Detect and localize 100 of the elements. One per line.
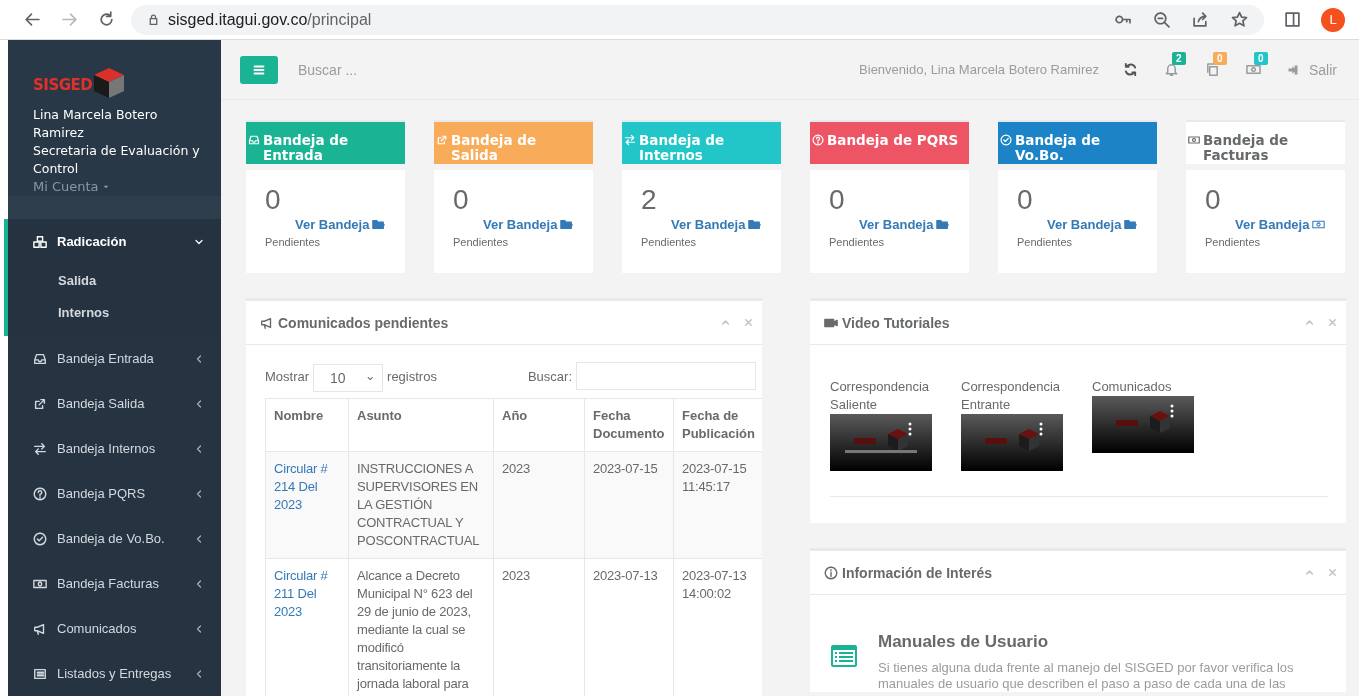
chevron-up-icon[interactable] [1304, 317, 1315, 328]
pending-label: Pendientes [829, 236, 886, 248]
account-menu-link[interactable]: Mi Cuenta [33, 178, 111, 196]
submenu-item[interactable]: Internos [8, 296, 221, 328]
pending-count: 0 [453, 185, 470, 215]
address-bar[interactable]: sisged.itagui.gov.co/principal [131, 4, 1265, 35]
side-panel-icon[interactable] [1284, 11, 1302, 28]
folder-icon [936, 218, 950, 231]
refresh-icon[interactable] [1123, 62, 1138, 77]
menu-icon [252, 62, 266, 77]
logo-text: SISGED [33, 76, 93, 94]
view-inbox-link[interactable]: Ver Bandeja [1235, 217, 1326, 232]
banknote-icon[interactable] [1246, 62, 1261, 77]
table-cell: 2023-07-13 14:00:02 [682, 568, 747, 601]
copy-icon[interactable] [1205, 62, 1220, 77]
banknote-icon [1312, 218, 1326, 231]
view-inbox-link[interactable]: Ver Bandeja [671, 217, 762, 232]
zoom-out-icon[interactable] [1153, 11, 1171, 28]
exchange-arrows-icon [624, 134, 636, 146]
folder-icon [560, 218, 574, 231]
list-icon [830, 644, 858, 668]
inbox-icon [33, 351, 47, 366]
table-search-field[interactable] [576, 362, 756, 390]
sidebar-item[interactable]: Bandeja Facturas [4, 561, 221, 606]
column-header[interactable]: Fecha Documento [584, 398, 674, 452]
info-description: Si tienes alguna duda frente al manejo del SISGED por favor verifica los manuales de usuario que describen el paso a paso de cada una de las [878, 660, 1295, 692]
profile-avatar[interactable]: L [1321, 7, 1345, 32]
panel-title: Información de Interés [842, 564, 993, 581]
chevron-up-icon[interactable] [720, 317, 731, 328]
close-icon[interactable] [1327, 567, 1338, 578]
view-inbox-link[interactable]: Ver Bandeja [295, 217, 386, 232]
bell-icon[interactable] [1164, 62, 1179, 77]
table-cell: 2023-07-15 11:45:17 [682, 461, 747, 494]
table-cell: 2023 [502, 461, 531, 476]
pending-count: 0 [1205, 185, 1222, 215]
sign-out-icon [1287, 63, 1299, 76]
question-icon [812, 134, 824, 146]
search-field[interactable]: Buscar ... [296, 60, 500, 79]
banknote-icon [1188, 134, 1200, 146]
star-icon[interactable] [1231, 11, 1249, 28]
sidebar-item[interactable]: Bandeja de Vo.Bo. [4, 516, 221, 561]
sidebar-item[interactable]: Bandeja Entrada [4, 336, 221, 381]
submenu-item[interactable]: Salida [8, 264, 221, 296]
user-name: Lina Marcela Botero Ramirez [33, 106, 159, 142]
records-label: registros [387, 368, 437, 384]
view-inbox-link[interactable]: Ver Bandeja [483, 217, 574, 232]
exchange-arrows-icon [33, 441, 47, 456]
department-name: Secretaria de Evaluación y Control [33, 142, 201, 178]
chevron-up-icon[interactable] [1304, 567, 1315, 578]
share-icon [33, 396, 47, 411]
folder-icon [748, 218, 762, 231]
column-header[interactable]: Nombre [265, 398, 349, 452]
table-cell: 2023 [502, 568, 531, 583]
video-title[interactable]: Correspondencia Entrante [961, 378, 1063, 414]
share-icon [436, 134, 448, 146]
card-title: Bandeja de Vo.Bo. [1015, 133, 1102, 163]
pending-label: Pendientes [641, 236, 698, 248]
column-header[interactable]: Fecha de Publicación [673, 398, 762, 452]
cube-logo-icon [92, 66, 127, 100]
menu-button[interactable] [240, 55, 278, 84]
panel-title: Comunicados pendientes [278, 314, 449, 331]
sidebar-item[interactable]: Bandeja PQRS [4, 471, 221, 516]
pending-count: 0 [1017, 185, 1034, 215]
share-icon[interactable] [1192, 11, 1210, 28]
cubes-icon [33, 234, 47, 249]
video-title[interactable]: Comunicados [1092, 378, 1194, 396]
pending-label: Pendientes [265, 236, 322, 248]
reload-icon[interactable] [98, 11, 115, 28]
forward-icon[interactable] [61, 11, 78, 28]
sidebar-item[interactable]: Listados y Entregas [4, 651, 221, 696]
view-inbox-link[interactable]: Ver Bandeja [1047, 217, 1138, 232]
folder-icon [1124, 218, 1138, 231]
card-title: Bandeja de PQRS [827, 133, 959, 148]
megaphone-icon [33, 621, 47, 636]
page-size-select[interactable]: 10 [313, 364, 384, 392]
megaphone-icon [260, 315, 274, 330]
pending-count: 0 [829, 185, 846, 215]
list-icon [33, 666, 47, 681]
card-title: Bandeja de Salida [451, 133, 538, 163]
question-icon [33, 486, 47, 501]
card-title: Bandeja de Entrada [263, 133, 350, 163]
panel-title: Video Tutoriales [842, 314, 950, 331]
search-label: Buscar: [527, 368, 572, 384]
lock-icon [147, 13, 160, 26]
close-icon[interactable] [1327, 317, 1338, 328]
back-icon[interactable] [24, 11, 41, 28]
info-heading[interactable]: Manuales de Usuario [878, 630, 1326, 654]
sidebar-item[interactable]: Bandeja Internos [4, 426, 221, 471]
count-badge: 2 [1172, 52, 1186, 65]
pending-label: Pendientes [1017, 236, 1074, 248]
sidebar-item[interactable]: Comunicados [4, 606, 221, 651]
card-title: Bandeja de Facturas [1203, 133, 1290, 163]
folder-icon [372, 218, 386, 231]
view-inbox-link[interactable]: Ver Bandeja [859, 217, 950, 232]
column-header[interactable]: Año [493, 398, 585, 452]
sidebar-item[interactable]: Bandeja Salida [4, 381, 221, 426]
close-icon[interactable] [743, 317, 754, 328]
video-title[interactable]: Correspondencia Saliente [830, 378, 932, 414]
column-header[interactable]: Asunto [348, 398, 494, 452]
table-cell: INSTRUCCIONES A SUPERVISORES EN LA GESTIÓN CONTRACTUAL Y POSCONTRACTUAL [357, 461, 480, 548]
